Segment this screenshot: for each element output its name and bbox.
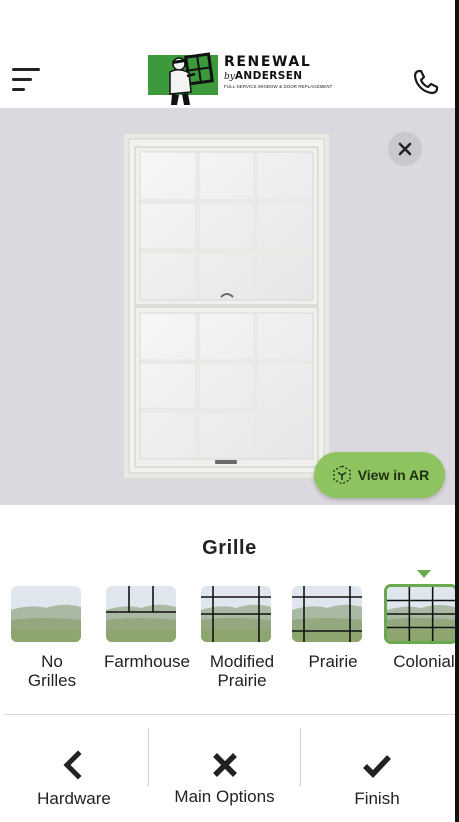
option-label: No Grilles <box>27 652 77 690</box>
main-options-nav-button[interactable]: Main Options <box>149 728 300 816</box>
chevron-left-icon <box>63 750 82 780</box>
farmhouse-thumbnail <box>106 586 176 642</box>
logo-installer-figure <box>169 52 214 105</box>
window-preview-image <box>123 133 330 479</box>
prairie-thumbnail <box>292 586 362 642</box>
close-icon <box>212 753 237 777</box>
view-in-ar-label: View in AR <box>357 467 430 483</box>
colonial-thumbnail <box>384 584 458 644</box>
option-label: Farmhouse <box>104 652 190 671</box>
brand-subname: byANDERSEN <box>224 70 302 82</box>
brand-tagline: FULL-SERVICE WINDOW & DOOR REPLACEMENT <box>224 84 333 89</box>
option-label: Colonial <box>393 652 455 671</box>
nav-label: Hardware <box>37 789 111 808</box>
app-header: RENEWAL byANDERSEN FULL-SERVICE WINDOW &… <box>0 0 459 108</box>
phone-icon[interactable] <box>410 66 442 98</box>
section-divider <box>4 714 455 715</box>
nav-label: Main Options <box>174 787 275 806</box>
app-screen: RENEWAL byANDERSEN FULL-SERVICE WINDOW &… <box>0 0 459 822</box>
section-title: Grille <box>202 537 257 559</box>
window-preview-area <box>0 108 459 505</box>
modified-prairie-thumbnail <box>201 586 271 642</box>
brand-by: by <box>224 72 235 82</box>
hardware-nav-button[interactable]: Hardware <box>0 728 148 816</box>
no-grilles-thumbnail <box>11 586 81 642</box>
selected-indicator-icon <box>417 570 431 578</box>
checkmark-icon <box>363 755 392 778</box>
screen-edge <box>455 0 459 822</box>
view-in-ar-button[interactable]: View in AR <box>314 452 445 498</box>
ar-cube-icon <box>333 465 351 485</box>
brand-logo[interactable]: RENEWAL byANDERSEN FULL-SERVICE WINDOW &… <box>148 52 332 106</box>
close-icon <box>398 142 412 156</box>
nav-label: Finish <box>354 789 400 808</box>
finish-nav-button[interactable]: Finish <box>301 728 453 816</box>
brand-name: RENEWAL <box>224 54 312 70</box>
hamburger-menu-icon[interactable] <box>12 66 42 96</box>
brand-andersen: ANDERSEN <box>234 70 303 82</box>
close-preview-button[interactable] <box>388 132 422 166</box>
